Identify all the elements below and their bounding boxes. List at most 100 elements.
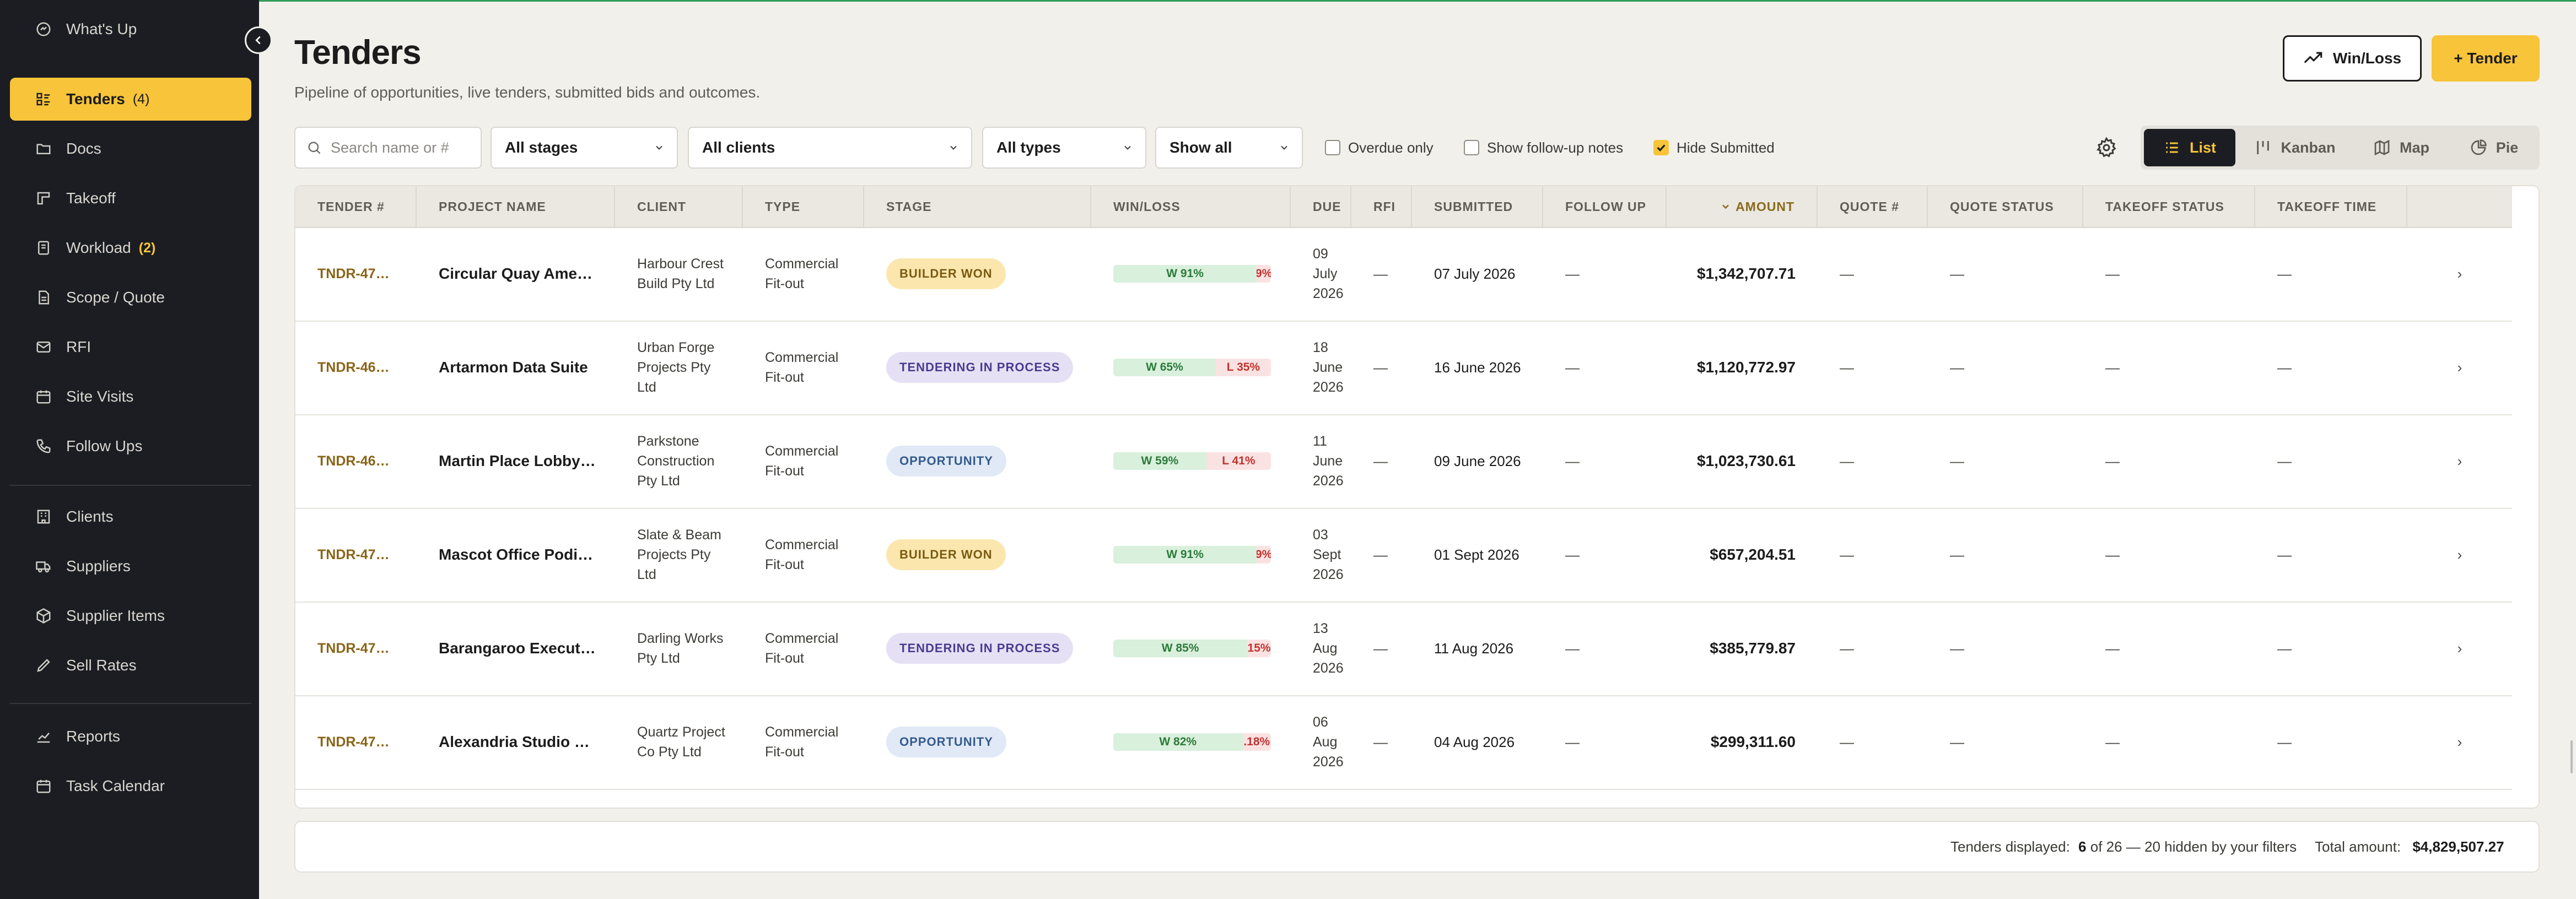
- chevron-down-icon: [1124, 145, 1131, 150]
- row-expand-chevron-icon[interactable]: ›: [2407, 695, 2512, 789]
- checkbox-box[interactable]: [1325, 140, 1340, 155]
- table-row[interactable]: TNDR-46… Martin Place Lobby… Parkstone Con…: [295, 414, 2512, 509]
- view-map-button[interactable]: Map: [2354, 129, 2448, 166]
- column-header-rfi[interactable]: RFI: [1351, 186, 1412, 227]
- tender-number-cell[interactable]: TNDR-47…: [295, 227, 417, 321]
- tender-number-cell[interactable]: TNDR-47…: [295, 695, 417, 789]
- activity-icon: [35, 21, 52, 37]
- chevron-down-icon: [950, 145, 957, 150]
- submitted-cell: 07 July 2026: [1412, 227, 1543, 321]
- project-name-cell[interactable]: Alexandria Studio …: [417, 695, 615, 789]
- view-list-button[interactable]: List: [2144, 129, 2235, 166]
- sidebar-item-sell-rates[interactable]: Sell Rates: [10, 644, 251, 687]
- add-tender-button[interactable]: + Tender: [2432, 35, 2540, 82]
- search-input[interactable]: [330, 138, 475, 157]
- sidebar-item-label: Supplier Items: [66, 607, 165, 624]
- quote-status-text: —: [1950, 733, 1964, 750]
- project-name-cell[interactable]: Mascot Office Podi…: [417, 508, 615, 602]
- table-row[interactable]: TNDR-47… Circular Quay Ame… Harbour Crest …: [295, 227, 2512, 322]
- row-expand-chevron-icon[interactable]: ›: [2407, 227, 2512, 321]
- search-field[interactable]: [294, 127, 482, 169]
- show-filter-select[interactable]: Show all: [1155, 127, 1303, 169]
- sidebar-item-label: Task Calendar: [66, 777, 165, 794]
- column-header-amount[interactable]: AMOUNT: [1667, 186, 1818, 227]
- tender-number-cell[interactable]: TNDR-46…: [295, 414, 417, 508]
- project-name-text: Alexandria Studio …: [439, 733, 590, 750]
- follow-up-text: —: [1565, 733, 1580, 750]
- sidebar-item-label: Site Visits: [66, 388, 134, 405]
- takeoff-time-cell: —: [2255, 227, 2407, 321]
- checkbox-box-checked[interactable]: [1653, 140, 1669, 155]
- sidebar-item-suppliers[interactable]: Suppliers: [10, 545, 251, 588]
- sidebar-item-site-visits[interactable]: Site Visits: [10, 375, 251, 418]
- project-name-cell[interactable]: Artarmon Data Suite: [417, 321, 615, 414]
- stage-filter-select[interactable]: All stages: [491, 127, 678, 169]
- project-name-cell[interactable]: Circular Quay Ame…: [417, 227, 615, 321]
- sidebar-item-clients[interactable]: Clients: [10, 495, 251, 538]
- page-scrollbar[interactable]: [2570, 740, 2573, 773]
- table-row[interactable]: TNDR-46… Artarmon Data Suite Urban Forge P…: [295, 321, 2512, 415]
- takeoff-status-text: —: [2105, 265, 2120, 282]
- column-header-type[interactable]: TYPE: [743, 186, 864, 227]
- table-row[interactable]: TNDR-47… Barangaroo Execut… Darling Works …: [295, 602, 2512, 696]
- sidebar-item-follow-ups[interactable]: Follow Ups: [10, 425, 251, 468]
- column-header-tender[interactable]: TENDER #: [295, 186, 417, 227]
- submitted-text: 07 July 2026: [1434, 265, 1516, 282]
- column-header-win-loss[interactable]: WIN/LOSS: [1091, 186, 1291, 227]
- table-row[interactable]: TNDR-47… Alexandria Studio … Quartz Projec…: [295, 695, 2512, 790]
- takeoff-time-text: —: [2277, 733, 2292, 750]
- column-header-client[interactable]: CLIENT: [615, 186, 743, 227]
- sidebar-item-task-calendar[interactable]: Task Calendar: [10, 765, 251, 808]
- column-header-submitted[interactable]: SUBMITTED: [1412, 186, 1543, 227]
- total-amount-summary: Total amount: $4,829,507.27: [2315, 838, 2504, 855]
- sidebar-item-tenders[interactable]: Tenders (4): [10, 78, 251, 121]
- sidebar-item-takeoff[interactable]: Takeoff: [10, 177, 251, 220]
- hide-submitted-checkbox[interactable]: Hide Submitted: [1653, 138, 1775, 158]
- column-header-quote-status[interactable]: QUOTE STATUS: [1928, 186, 2083, 227]
- follow-up-cell: —: [1543, 602, 1667, 695]
- settings-gear-icon[interactable]: [2095, 137, 2117, 159]
- checkbox-box[interactable]: [1464, 140, 1479, 155]
- column-header-takeoff-status[interactable]: TAKEOFF STATUS: [2083, 186, 2255, 227]
- collapse-sidebar-button[interactable]: [245, 26, 272, 54]
- client-filter-select[interactable]: All clients: [688, 127, 972, 169]
- win-segment: W 91%: [1113, 265, 1257, 283]
- win-loss-button[interactable]: Win/Loss: [2283, 35, 2422, 82]
- map-icon: [2374, 139, 2390, 156]
- type-filter-select[interactable]: All types: [982, 127, 1146, 169]
- column-header-takeoff-time[interactable]: TAKEOFF TIME: [2255, 186, 2407, 227]
- tender-number-cell[interactable]: TNDR-47…: [295, 602, 417, 695]
- row-expand-chevron-icon[interactable]: ›: [2407, 321, 2512, 414]
- sidebar-item-rfi[interactable]: RFI: [10, 326, 251, 369]
- follow-up-text: —: [1565, 452, 1580, 469]
- view-kanban-button[interactable]: Kanban: [2240, 129, 2350, 166]
- due-date-cell: 11 June 2026: [1291, 414, 1351, 508]
- client-cell: Quartz Project Co Pty Ltd: [615, 695, 743, 789]
- row-expand-chevron-icon[interactable]: ›: [2407, 602, 2512, 695]
- follow-up-text: —: [1565, 546, 1580, 563]
- sidebar-item-docs[interactable]: Docs: [10, 127, 251, 170]
- row-expand-chevron-icon[interactable]: ›: [2407, 414, 2512, 508]
- project-name-cell[interactable]: Martin Place Lobby…: [417, 414, 615, 508]
- column-header-project[interactable]: PROJECT NAME: [417, 186, 615, 227]
- win-loss-cell: W 91%9%: [1091, 508, 1291, 602]
- table-row[interactable]: TNDR-47… Mascot Office Podi… Slate & Beam …: [295, 508, 2512, 603]
- due-date-cell: 03 Sept 2026: [1291, 508, 1351, 602]
- sidebar-item-workload[interactable]: Workload (2): [10, 226, 251, 269]
- column-header-quote-number[interactable]: QUOTE #: [1818, 186, 1928, 227]
- column-header-stage[interactable]: STAGE: [864, 186, 1091, 227]
- tender-number-cell[interactable]: TNDR-47…: [295, 508, 417, 602]
- sidebar-item-reports[interactable]: Reports: [10, 715, 251, 758]
- tender-number-cell[interactable]: TNDR-46…: [295, 321, 417, 414]
- sidebar-item-supplier-items[interactable]: Supplier Items: [10, 594, 251, 637]
- row-expand-chevron-icon[interactable]: ›: [2407, 508, 2512, 602]
- column-header-follow-up[interactable]: FOLLOW UP: [1543, 186, 1667, 227]
- column-header-due[interactable]: DUE: [1291, 186, 1351, 227]
- sidebar-item-whats-up[interactable]: What's Up: [10, 8, 251, 51]
- stage-cell: TENDERING IN PROCESS: [864, 602, 1091, 695]
- project-name-cell[interactable]: Barangaroo Execut…: [417, 602, 615, 695]
- sidebar-item-scope-quote[interactable]: Scope / Quote: [10, 276, 251, 319]
- overdue-only-checkbox[interactable]: Overdue only: [1325, 138, 1433, 158]
- show-follow-up-notes-checkbox[interactable]: Show follow-up notes: [1464, 138, 1623, 158]
- view-pie-button[interactable]: Pie: [2453, 129, 2535, 166]
